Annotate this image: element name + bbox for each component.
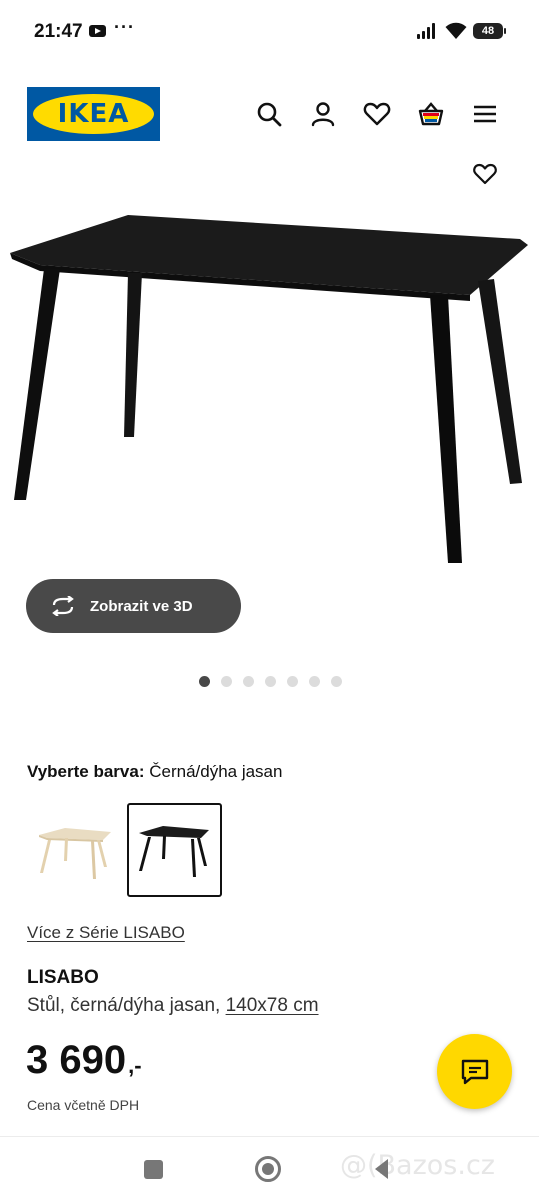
series-link[interactable]: Více z Série LISABO <box>27 923 185 943</box>
recent-apps-button[interactable] <box>144 1160 163 1179</box>
status-bar: 21:47 ··· 48 <box>0 0 539 64</box>
battery-icon: 48 <box>473 23 506 39</box>
chat-icon <box>461 1059 488 1084</box>
colour-option-light-ash[interactable] <box>27 803 122 897</box>
view-3d-label: Zobrazit ve 3D <box>90 597 193 615</box>
price-value: 3 690 <box>26 1038 127 1082</box>
menu-icon[interactable] <box>470 99 500 129</box>
colour-value: Černá/dýha jasan <box>149 762 283 781</box>
view-3d-button[interactable]: Zobrazit ve 3D <box>26 579 241 633</box>
signal-icon <box>417 23 439 39</box>
wifi-icon <box>445 22 467 39</box>
colour-label: Vyberte barva: <box>27 762 145 781</box>
gallery-dot[interactable] <box>199 676 210 687</box>
add-to-favourites-icon[interactable] <box>471 160 499 188</box>
gallery-dot[interactable] <box>287 676 298 687</box>
watermark: @(Bazos.cz <box>340 1150 495 1181</box>
gallery-dot[interactable] <box>265 676 276 687</box>
search-icon[interactable] <box>254 99 284 129</box>
black-table-thumbnail <box>139 826 209 877</box>
gallery-dot[interactable] <box>331 676 342 687</box>
price-suffix: ,- <box>128 1053 142 1078</box>
price-note: Cena včetně DPH <box>27 1097 140 1113</box>
colour-selection-label: Vyberte barva: Černá/dýha jasan <box>27 762 282 782</box>
logo-text: IKEA <box>57 99 130 129</box>
rotate-3d-icon <box>52 596 74 616</box>
product-price: 3 690 ,- <box>26 1038 142 1083</box>
youtube-icon <box>89 25 106 37</box>
status-time: 21:47 <box>34 21 83 42</box>
user-icon[interactable] <box>308 99 338 129</box>
chat-button[interactable] <box>437 1034 512 1109</box>
product-description-text: Stůl, černá/dýha jasan, <box>27 995 221 1016</box>
gallery-dots <box>199 676 342 687</box>
more-notifications-icon: ··· <box>114 17 135 37</box>
basket-icon[interactable] <box>416 99 446 129</box>
system-nav-bar: @(Bazos.cz <box>0 1136 539 1200</box>
product-description: Stůl, černá/dýha jasan, 140x78 cm <box>27 995 319 1017</box>
product-size-link[interactable]: 140x78 cm <box>226 995 319 1016</box>
gallery-dot[interactable] <box>309 676 320 687</box>
home-button[interactable] <box>255 1156 281 1182</box>
back-button[interactable] <box>372 1157 390 1181</box>
colour-option-black[interactable] <box>127 803 222 897</box>
gallery-dot[interactable] <box>243 676 254 687</box>
product-image[interactable] <box>0 195 539 575</box>
status-icons: 48 <box>417 22 506 40</box>
ikea-logo[interactable]: IKEA <box>27 87 160 141</box>
heart-icon[interactable] <box>362 99 392 129</box>
gallery-dot[interactable] <box>221 676 232 687</box>
product-name: LISABO <box>27 967 99 988</box>
